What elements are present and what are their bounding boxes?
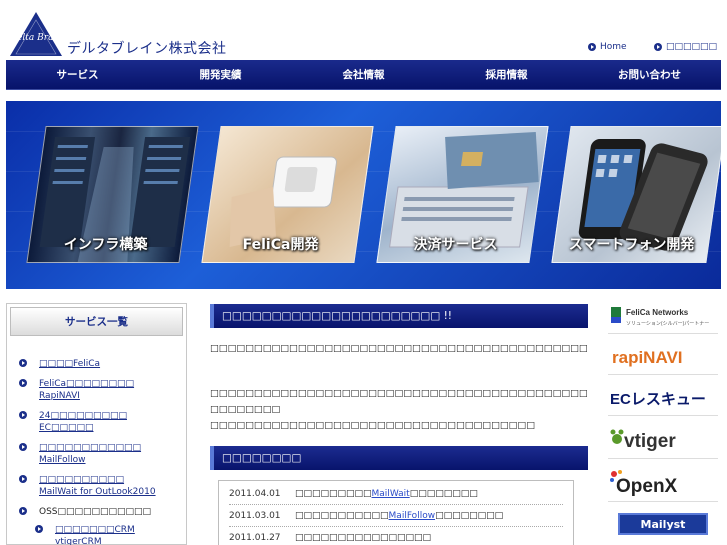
sidebar-item-felica[interactable]: □□□□FeliCa xyxy=(19,358,100,370)
banner-panel-felica[interactable]: FeliCa開発 xyxy=(201,126,374,263)
sidebar-item-oss: OSS□□□□□□□□□□□ xyxy=(19,506,151,518)
arrow-bullet-icon xyxy=(19,379,27,387)
vtiger-logo[interactable]: vtiger xyxy=(608,419,718,459)
sidebar-item-ec[interactable]: 24□□□□□□□□□ EC□□□□□ xyxy=(19,410,127,434)
felica-networks-icon: FeliCa Networks ソリューション(シルバー)パートナー xyxy=(611,306,709,327)
banner-label-payment: 決済サービス xyxy=(413,237,498,253)
intro-paragraph-2: □□□□□□□□□□□□□□□□□□□□□□□□□□□□□□□□□□□□□□□□… xyxy=(210,388,588,431)
main-heading: □□□□□□□□□□□□□□□□□□□□□□ !! xyxy=(210,304,588,328)
main-nav: サービス 開発実績 会社情報 採用情報 お問い合わせ xyxy=(6,60,721,90)
sidebar-item-label: □□□□FeliCa xyxy=(39,359,101,369)
sidebar-item-rapinavi[interactable]: FeliCa□□□□□□□□ RapiNAVI xyxy=(19,378,134,402)
news-date: 2011.01.27 xyxy=(229,533,281,543)
nav-services[interactable]: サービス xyxy=(6,60,149,89)
news-heading: □□□□□□□□ xyxy=(210,446,588,470)
news-text: □□□□□□□□ xyxy=(409,488,478,499)
sidebar-item-sublabel: MailFollow xyxy=(39,455,86,465)
sidebar-item-sublabel: EC□□□□□ xyxy=(39,423,94,433)
sidebar-item-label: □□□□□□□□□□□□ xyxy=(39,443,142,453)
intro-paragraph: □□□□□□□□□□□□□□□□□□□□□□□□□□□□□□□□□□□□□□□□… xyxy=(210,343,588,354)
news-text: □□□□□□□□□ xyxy=(295,488,372,499)
ec-rescue-logo[interactable]: ECレスキュー xyxy=(608,378,718,416)
arrow-bullet-icon xyxy=(19,443,27,451)
sidebar-item-sublabel: vtigerCRM xyxy=(55,537,102,545)
ec-rescue-icon: ECレスキュー xyxy=(610,391,706,408)
news-row: 2011.03.01 □□□□□□□□□□□ MailFollow □□□□□□… xyxy=(229,505,563,527)
banner-panel-smartphone[interactable]: スマートフォン開発 xyxy=(551,126,721,263)
svg-text:ECレスキュー: ECレスキュー xyxy=(610,391,706,408)
sidebar-item-vtiger[interactable]: □□□□□□□CRM vtigerCRM xyxy=(35,524,135,545)
news-date: 2011.03.01 xyxy=(229,510,281,521)
nav-contact[interactable]: お問い合わせ xyxy=(578,60,721,89)
site-header: Delta Brain デルタブレイン株式会社 Home □□□□□□ xyxy=(0,0,727,60)
banner-label-smartphone: スマートフォン開発 xyxy=(568,237,695,253)
svg-text:rapiNAVI: rapiNAVI xyxy=(612,348,683,367)
mailyst-label: Mailyst xyxy=(618,513,708,535)
news-text: □□□□□□□□□□□□□□□□ xyxy=(295,533,432,543)
svg-text:OpenX: OpenX xyxy=(616,476,678,497)
sidebar-item-sublabel: RapiNAVI xyxy=(39,391,80,401)
home-link[interactable]: Home xyxy=(588,42,627,52)
company-name: デルタブレイン株式会社 xyxy=(67,41,227,57)
svg-text:Delta Brain: Delta Brain xyxy=(10,33,62,43)
openx-icon: OpenX xyxy=(610,469,678,497)
news-link-mailwait[interactable]: MailWait xyxy=(372,489,410,499)
hero-banner: インフラ構築 FeliCa開発 決済サービス スマートフォン開発 xyxy=(6,101,721,289)
service-sidebar: サービス一覧 □□□□FeliCa FeliCa□□□□□□□□ RapiNAVI… xyxy=(6,303,187,545)
news-date: 2011.04.01 xyxy=(229,488,281,499)
felica-networks-logo[interactable]: FeliCa Networks ソリューション(シルバー)パートナー xyxy=(608,300,718,334)
vtiger-icon: vtiger xyxy=(610,429,676,452)
news-link-mailfollow[interactable]: MailFollow xyxy=(389,511,436,521)
arrow-bullet-icon xyxy=(19,507,27,515)
news-text: □□□□□□□□ xyxy=(435,510,504,521)
news-row: 2011.04.01 □□□□□□□□□ MailWait □□□□□□□□ xyxy=(229,483,563,505)
news-list: 2011.04.01 □□□□□□□□□ MailWait □□□□□□□□ 2… xyxy=(218,480,574,545)
sidebar-item-label: 24□□□□□□□□□ xyxy=(39,411,127,421)
rapinavi-icon: rapiNAVI xyxy=(612,348,683,367)
sidebar-item-label: OSS□□□□□□□□□□□ xyxy=(39,507,152,517)
home-link-label: Home xyxy=(600,42,627,52)
nav-recruit[interactable]: 採用情報 xyxy=(435,60,578,89)
sidebar-item-mailwait[interactable]: □□□□□□□□□□ MailWait for OutLook2010 xyxy=(19,474,156,498)
arrow-bullet-icon xyxy=(19,475,27,483)
banner-label-infra: インフラ構築 xyxy=(63,237,148,253)
top-link-2[interactable]: □□□□□□ xyxy=(654,42,717,52)
openx-logo[interactable]: OpenX xyxy=(608,462,718,502)
rapinavi-logo[interactable]: rapiNAVI xyxy=(608,337,718,375)
sidebar-item-label: □□□□□□□□□□ xyxy=(39,475,125,485)
arrow-bullet-icon xyxy=(19,411,27,419)
banner-panel-payment[interactable]: 決済サービス xyxy=(376,126,549,263)
nav-company[interactable]: 会社情報 xyxy=(292,60,435,89)
svg-text:FeliCa Networks: FeliCa Networks xyxy=(626,308,689,317)
arrow-bullet-icon xyxy=(654,43,662,51)
banner-panel-infra[interactable]: インフラ構築 xyxy=(26,126,199,263)
arrow-bullet-icon xyxy=(19,359,27,367)
sidebar-title: サービス一覧 xyxy=(10,307,183,336)
top-link-2-label: □□□□□□ xyxy=(666,42,718,52)
company-logo[interactable]: Delta Brain xyxy=(9,12,62,56)
news-text: □□□□□□□□□□□ xyxy=(295,510,389,521)
news-row: 2011.01.27 □□□□□□□□□□□□□□□□ xyxy=(229,527,563,545)
mailyst-logo[interactable]: Mailyst xyxy=(608,508,718,540)
sidebar-item-label: FeliCa□□□□□□□□ xyxy=(39,379,135,389)
sidebar-item-sublabel: MailWait for OutLook2010 xyxy=(39,487,156,497)
nav-works[interactable]: 開発実績 xyxy=(149,60,292,89)
sidebar-item-label: □□□□□□□CRM xyxy=(55,525,135,535)
svg-text:vtiger: vtiger xyxy=(624,431,676,452)
arrow-bullet-icon xyxy=(35,525,43,533)
sidebar-item-mailfollow[interactable]: □□□□□□□□□□□□ MailFollow xyxy=(19,442,141,466)
arrow-bullet-icon xyxy=(588,43,596,51)
banner-label-felica: FeliCa開発 xyxy=(242,237,319,253)
svg-text:ソリューション(シルバー)パートナー: ソリューション(シルバー)パートナー xyxy=(626,321,709,327)
main-content: □□□□□□□□□□□□□□□□□□□□□□ !! □□□□□□□□□□□□□□… xyxy=(210,304,588,545)
